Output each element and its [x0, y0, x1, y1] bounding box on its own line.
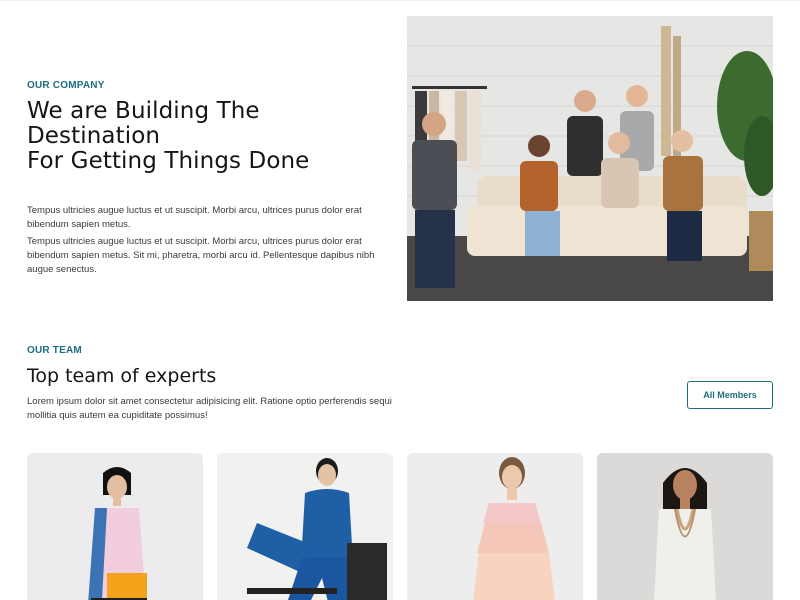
headline-line-1: We are Building The Destination: [27, 98, 260, 149]
team-group-photo: [407, 16, 773, 301]
top-divider: [0, 0, 800, 1]
team-section: OUR TEAM Top team of experts Lorem ipsum…: [27, 345, 407, 423]
headline-line-2: For Getting Things Done: [27, 148, 310, 174]
member-photo-4: [597, 453, 773, 600]
team-member-card-4[interactable]: [597, 453, 773, 600]
team-title: Top team of experts: [27, 365, 217, 387]
company-paragraph-1: Tempus ultricies augue luctus et ut susc…: [27, 205, 362, 230]
team-member-card-3[interactable]: [407, 453, 583, 600]
company-paragraph-2: Tempus ultricies augue luctus et ut susc…: [27, 236, 375, 275]
all-members-button[interactable]: All Members: [687, 381, 773, 409]
company-eyebrow: OUR COMPANY: [27, 80, 105, 91]
member-photo-3: [407, 453, 583, 600]
company-section: OUR COMPANY We are Building The Destinat…: [27, 80, 397, 277]
team-eyebrow: OUR TEAM: [27, 345, 82, 356]
member-photo-1: [27, 453, 203, 600]
company-headline: We are Building The Destination For Gett…: [27, 99, 397, 174]
member-photo-2: [217, 453, 393, 600]
team-member-card-2[interactable]: [217, 453, 393, 600]
team-description: Lorem ipsum dolor sit amet consectetur a…: [27, 396, 392, 421]
team-member-card-1[interactable]: [27, 453, 203, 600]
